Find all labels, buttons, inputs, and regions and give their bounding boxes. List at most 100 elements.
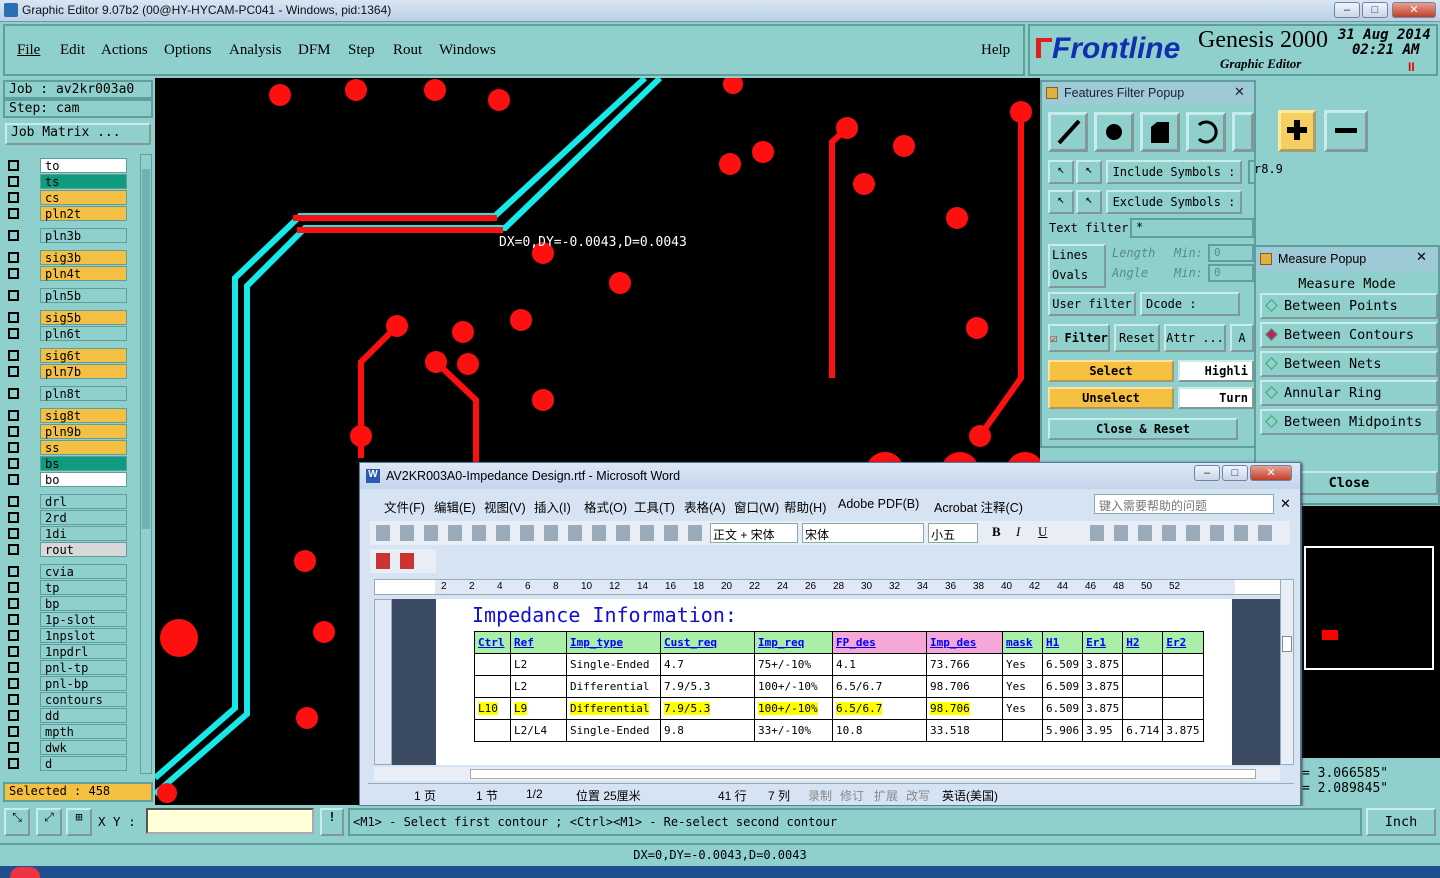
word-maximize-button[interactable]: □ (1222, 465, 1248, 481)
layer-row[interactable]: contours (4, 692, 138, 707)
layer-row[interactable]: pln4t (4, 266, 138, 281)
layer-row[interactable]: pln7b (4, 364, 138, 379)
filter-close-icon[interactable]: ✕ (1234, 84, 1245, 100)
layer-name[interactable]: 1p-slot (40, 612, 127, 627)
word-menu-item[interactable]: 工具(T) (634, 497, 675, 516)
table-cell[interactable]: 98.706 (926, 675, 1003, 698)
table-cell[interactable]: 6.509 (1041, 697, 1084, 720)
word-menu-item[interactable]: Acrobat 注释(C) (934, 497, 1023, 516)
table-cell[interactable]: 5.906 (1041, 719, 1084, 742)
option-between-midpoints[interactable]: Between Midpoints (1260, 409, 1438, 435)
table-cell[interactable]: L10 (474, 697, 511, 720)
menu-options[interactable]: Options (164, 42, 212, 59)
word-menu-item[interactable]: 文件(F) (384, 497, 425, 516)
layer-row[interactable]: cs (4, 190, 138, 205)
table-cell[interactable]: 6.5/6.7 (832, 675, 927, 698)
close-reset-button[interactable]: Close & Reset (1048, 418, 1238, 440)
vertical-ruler[interactable] (374, 599, 392, 765)
table-cell[interactable]: Differential (566, 675, 661, 698)
text-feature-icon[interactable] (1232, 112, 1254, 152)
layer-checkbox[interactable] (8, 312, 19, 323)
menu-edit[interactable]: Edit (60, 42, 85, 59)
alert-icon[interactable]: ! (320, 808, 344, 836)
layer-row[interactable]: pln3b (4, 228, 138, 243)
grid-icon[interactable]: ⊞ (66, 808, 92, 836)
table-cell[interactable]: 3.95 (1082, 719, 1124, 742)
layer-checkbox[interactable] (8, 426, 19, 437)
layer-row[interactable]: tp (4, 580, 138, 595)
layer-name[interactable]: pln3b (40, 228, 127, 243)
layer-name[interactable]: pln6t (40, 326, 127, 341)
attr-button[interactable]: Attr ... (1164, 324, 1226, 352)
word-menu-item[interactable]: Adobe PDF(B) (838, 497, 919, 511)
include-symbols-input[interactable]: r8.9 (1248, 160, 1283, 184)
layer-name[interactable]: pln8t (40, 386, 127, 401)
menu-windows[interactable]: Windows (439, 42, 496, 59)
xy-input[interactable] (146, 808, 314, 834)
word-menu-item[interactable]: 编辑(E) (434, 497, 476, 516)
table-cell[interactable]: 4.1 (832, 653, 927, 676)
table-cell[interactable]: Single-Ended (566, 653, 661, 676)
pdf-mail-icon[interactable] (400, 553, 414, 569)
units-select[interactable]: Inch (1366, 808, 1436, 836)
layer-checkbox[interactable] (8, 268, 19, 279)
layer-name[interactable]: sig3b (40, 250, 127, 265)
menu-rout[interactable]: Rout (393, 42, 422, 59)
exclude-symbols-label[interactable]: Exclude Symbols : (1106, 190, 1242, 214)
arc-feature-icon[interactable] (1186, 112, 1226, 152)
layer-name[interactable]: bp (40, 596, 127, 611)
layer-name[interactable]: pnl-bp (40, 676, 127, 691)
layer-checkbox[interactable] (8, 758, 19, 769)
text-filter-input[interactable]: * (1130, 218, 1254, 238)
word-doc-close-icon[interactable]: ✕ (1280, 496, 1291, 512)
layer-checkbox[interactable] (8, 662, 19, 673)
exclude-arrow-icon[interactable]: ↖ (1048, 190, 1074, 214)
layer-checkbox[interactable] (8, 598, 19, 609)
surface-feature-icon[interactable] (1140, 112, 1180, 152)
layer-row[interactable]: pnl-bp (4, 676, 138, 691)
layer-row[interactable]: bp (4, 596, 138, 611)
filter-toggle[interactable]: ☑ Filter (1048, 324, 1110, 352)
layer-checkbox[interactable] (8, 726, 19, 737)
layer-row[interactable]: dwk (4, 740, 138, 755)
pdf-icon[interactable] (376, 553, 390, 569)
scroll-thumb[interactable] (142, 169, 150, 529)
layer-checkbox[interactable] (8, 710, 19, 721)
word-close-button[interactable]: ✕ (1250, 465, 1292, 481)
font-select[interactable]: 宋体 (802, 523, 924, 543)
angle-min-input[interactable]: 0 (1208, 264, 1254, 282)
word-menu-item[interactable]: 表格(A) (684, 497, 726, 516)
layer-name[interactable]: sig5b (40, 310, 127, 325)
option-between-nets[interactable]: Between Nets (1260, 351, 1438, 377)
menu-step[interactable]: Step (348, 42, 375, 59)
layer-row[interactable]: pln8t (4, 386, 138, 401)
layer-name[interactable]: ss (40, 440, 127, 455)
layer-name[interactable]: mpth (40, 724, 127, 739)
option-annular-ring[interactable]: Annular Ring (1260, 380, 1438, 406)
layer-name[interactable]: 1npslot (40, 628, 127, 643)
minimize-button[interactable]: – (1334, 2, 1360, 18)
layer-name[interactable]: 1di (40, 526, 127, 541)
table-cell[interactable] (1122, 675, 1164, 698)
layer-row[interactable]: pln5b (4, 288, 138, 303)
layer-row[interactable]: bo (4, 472, 138, 487)
table-cell[interactable]: Yes (1002, 675, 1043, 698)
table-cell[interactable]: 3.875 (1082, 697, 1124, 720)
word-menu-item[interactable]: 格式(O) (584, 497, 627, 516)
layer-checkbox[interactable] (8, 192, 19, 203)
word-menu-item[interactable]: 插入(I) (534, 497, 571, 516)
layer-name[interactable]: 1npdrl (40, 644, 127, 659)
layer-checkbox[interactable] (8, 582, 19, 593)
highlight-button[interactable]: Highli (1178, 360, 1254, 382)
layer-row[interactable]: rout (4, 542, 138, 557)
word-vertical-scrollbar[interactable] (1280, 579, 1294, 765)
table-cell[interactable]: 3.875 (1082, 675, 1124, 698)
layer-checkbox[interactable] (8, 646, 19, 657)
layer-name[interactable]: pln9b (40, 424, 127, 439)
layer-row[interactable]: pnl-tp (4, 660, 138, 675)
pad-feature-icon[interactable] (1094, 112, 1134, 152)
user-filter-button[interactable]: User filter ... (1048, 292, 1136, 331)
layer-checkbox[interactable] (8, 230, 19, 241)
size-select[interactable]: 小五 (928, 523, 978, 543)
table-cell[interactable]: 6.5/6.7 (832, 697, 927, 720)
